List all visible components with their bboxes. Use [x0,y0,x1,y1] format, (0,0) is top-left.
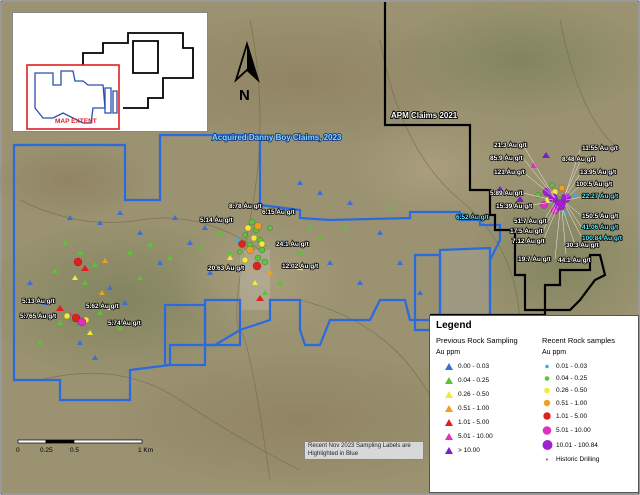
circle-icon [544,387,550,394]
legend-title: Legend [436,320,472,331]
legend-recent-row: 10.01 - 100.84 [542,439,598,451]
scale-tick-label: 0 [16,447,20,454]
sample-label: 5.765 Au g/t [20,313,57,320]
legend-recent-row: 0.26 - 0.50 [542,386,587,395]
sample-label: 6.15 Au g/t [262,209,295,216]
sample-label: 15.39 Au g/t [496,203,533,210]
circle-icon [544,376,550,381]
triangle-icon [445,405,453,412]
triangle-icon [445,419,453,426]
inset-locator-map: MAP EXTENT [12,12,208,132]
circle-icon [542,426,552,435]
danny-boy-claims-label: Acquired Danny Boy Claims, 2023 [212,133,342,142]
triangle-icon [445,433,453,440]
sample-label: 19.7 Au g/t [518,256,551,263]
scale-tick-label: 0.25 [40,447,53,454]
legend-previous-header: Previous Rock Sampling [436,336,518,345]
legend-previous-row: > 10.00 [444,446,480,455]
circle-icon [542,440,553,450]
sample-label: 44.1 Au g/t [558,257,591,264]
sample-label: 100.5 Au g/t [576,181,613,188]
inset-danny-boy-outline [34,70,118,124]
sample-label: 5.14 Au g/t [200,217,233,224]
legend-recent-row: 1.01 - 5.00 [542,411,587,421]
sample-label: 30.3 Au g/t [566,242,599,249]
sample-label: 7.12 Au g/t [512,238,545,245]
circle-icon [543,399,551,407]
inset-apm-outline [82,32,194,109]
legend-panel: Legend Previous Rock Sampling Recent Roc… [429,315,639,493]
legend-unit-left: Au ppm [436,349,461,356]
map-extent-label: MAP EXTENT [55,118,97,125]
sample-label: 21.3 Au g/t [494,142,527,149]
legend-previous-row: 0.00 - 0.03 [444,362,489,371]
sample-label: 51.7 Au g/t [514,218,547,225]
sample-label: 41.06 Au g/t [582,224,619,231]
sample-label: 12.02 Au g/t [282,263,319,270]
scale-tick-label: 1 Km [138,447,153,454]
legend-previous-row: 1.01 - 5.00 [444,418,489,427]
legend-previous-row: 5.01 - 10.00 [444,432,493,441]
sample-label: 5.62 Au g/t [86,303,119,310]
scale-tick-label: 0.5 [70,447,79,454]
legend-previous-row: 0.04 - 0.25 [444,376,489,385]
drill-hole-icon [546,458,548,461]
circle-icon [545,364,549,369]
sample-label: 150.5 Au g/t [582,213,619,220]
legend-recent-row: 0.04 - 0.25 [542,374,587,383]
sampling-note: Recent Nov 2023 Sampling Labels are High… [304,441,424,460]
legend-recent-row: 5.01 - 10.00 [542,425,591,436]
scale-bar: 0 0.25 0.5 1 Km [14,438,174,458]
sample-label: 85.9 Au g/t [490,155,523,162]
legend-recent-row: 0.51 - 1.00 [542,398,587,408]
circle-icon [543,412,551,420]
sample-label: 5.89 Au g/t [490,190,523,197]
sample-label: 13.95 Au g/t [580,169,617,176]
sample-label: 20.63 Au g/t [208,265,245,272]
sample-label: 121 Au g/t [494,169,526,176]
sample-label: 24.1 Au g/t [276,241,309,248]
triangle-icon [445,363,453,370]
sample-label: 6.52 Au g/t [456,214,489,221]
triangle-icon [445,447,453,454]
sample-label: 22.27 Au g/t [582,193,619,200]
apm-claims-label: APM Claims 2021 [391,111,458,120]
sample-label: 5.74 Au g/t [108,320,141,327]
legend-previous-row: 0.51 - 1.00 [444,404,489,413]
triangle-icon [445,377,453,384]
legend-recent-header: Recent Rock samples [542,336,615,345]
north-label: N [239,87,250,104]
legend-unit-right: Au ppm [542,349,567,356]
sample-label: 11.55 Au g/t [582,145,619,152]
legend-recent-row: 0.01 - 0.03 [542,362,587,371]
legend-recent-row: Historic Drilling [542,455,599,464]
sample-label: 17.5 Au g/t [510,228,543,235]
sample-label: 8.78 Au g/t [229,203,262,210]
triangle-icon [445,391,453,398]
sample-label: 5.13 Au g/t [22,298,55,305]
sample-label: 100.84 Au g/t [582,235,623,242]
legend-previous-row: 0.26 - 0.50 [444,390,489,399]
sample-label: 8.48 Au g/t [562,156,595,163]
